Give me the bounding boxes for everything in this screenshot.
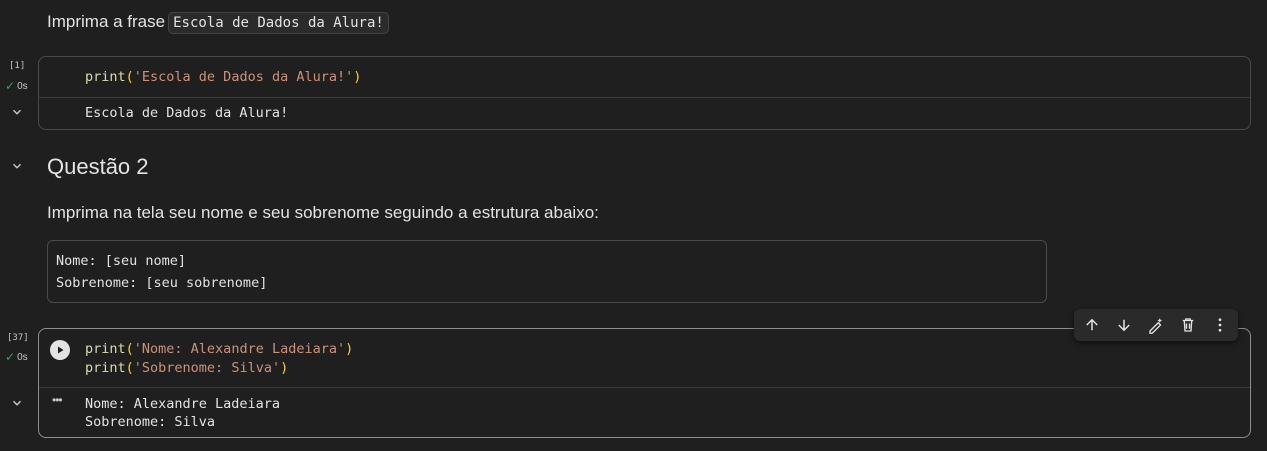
cell-divider — [39, 387, 1250, 388]
code-function: print — [85, 360, 126, 376]
play-icon — [58, 346, 64, 354]
run-cell-button[interactable] — [50, 340, 70, 360]
arrow-up-icon — [1086, 318, 1098, 331]
code-editor-line[interactable]: print('Sobrenome: Silva') — [85, 358, 288, 378]
cell-output-line: Sobrenome: Silva — [85, 414, 216, 430]
cell-output-line: Nome: Alexandre Ladeiara — [85, 396, 281, 412]
more-options-button[interactable] — [1204, 309, 1236, 341]
move-cell-down-button[interactable] — [1108, 309, 1140, 341]
cell-divider — [39, 97, 1250, 98]
cell-toolbar — [1074, 309, 1238, 341]
code-cell-1[interactable]: print('Escola de Dados da Alura!') Escol… — [38, 56, 1251, 130]
execution-status: ✓ 0s — [5, 79, 28, 93]
code-paren: ( — [125, 69, 134, 85]
check-icon: ✓ — [5, 79, 16, 93]
trash-icon — [1182, 318, 1194, 332]
execution-status: ✓ 0s — [5, 350, 28, 364]
execution-time: 0s — [17, 351, 28, 363]
arrow-down-icon — [1118, 319, 1130, 332]
delete-cell-button[interactable] — [1172, 309, 1204, 341]
code-paren: ) — [345, 341, 354, 357]
execution-count: [1] — [9, 61, 26, 71]
code-function: print — [85, 69, 126, 85]
code-function: print — [85, 341, 126, 357]
check-icon: ✓ — [5, 350, 16, 364]
code-paren: ( — [125, 341, 134, 357]
code-editor-line[interactable]: print('Nome: Alexandre Ladeiara') — [85, 339, 353, 359]
collapse-section-chevron-icon[interactable] — [6, 155, 28, 177]
code-string: 'Sobrenome: Silva' — [133, 360, 281, 376]
markdown-code-block: Nome: [seu nome] Sobrenome: [seu sobreno… — [47, 240, 1047, 303]
code-paren: ) — [353, 69, 362, 85]
more-vert-icon — [1218, 318, 1222, 332]
collapse-output-chevron-icon[interactable] — [6, 392, 28, 414]
code-paren: ) — [280, 360, 289, 376]
execution-count: [37] — [7, 333, 29, 343]
code-editor[interactable]: print('Escola de Dados da Alura!') — [85, 67, 361, 87]
markdown-cell-1[interactable]: Imprima a frase Escola de Dados da Alura! — [47, 12, 389, 34]
instruction-text: Imprima na tela seu nome e seu sobrenome… — [47, 203, 599, 222]
code-block-line: Nome: [seu nome] — [56, 253, 187, 269]
code-string: 'Escola de Dados da Alura!' — [133, 69, 354, 85]
section-heading: Questão 2 — [47, 154, 149, 179]
code-cell-2[interactable]: print('Nome: Alexandre Ladeiara') print(… — [38, 328, 1251, 438]
execution-time: 0s — [17, 80, 28, 92]
markdown-text: Imprima a frase — [47, 12, 166, 31]
code-string: 'Nome: Alexandre Ladeiara' — [133, 341, 346, 357]
edit-cell-button[interactable] — [1140, 309, 1172, 341]
collapse-output-chevron-icon[interactable] — [6, 101, 28, 123]
code-paren: ( — [125, 360, 134, 376]
move-cell-up-button[interactable] — [1076, 309, 1108, 341]
edit-magic-icon — [1149, 318, 1162, 334]
cell-output: Escola de Dados da Alura! — [85, 105, 289, 121]
inline-code: Escola de Dados da Alura! — [168, 12, 389, 34]
code-block-line: Sobrenome: [seu sobrenome] — [56, 275, 268, 291]
output-actions-icon[interactable]: ••• — [52, 393, 63, 407]
